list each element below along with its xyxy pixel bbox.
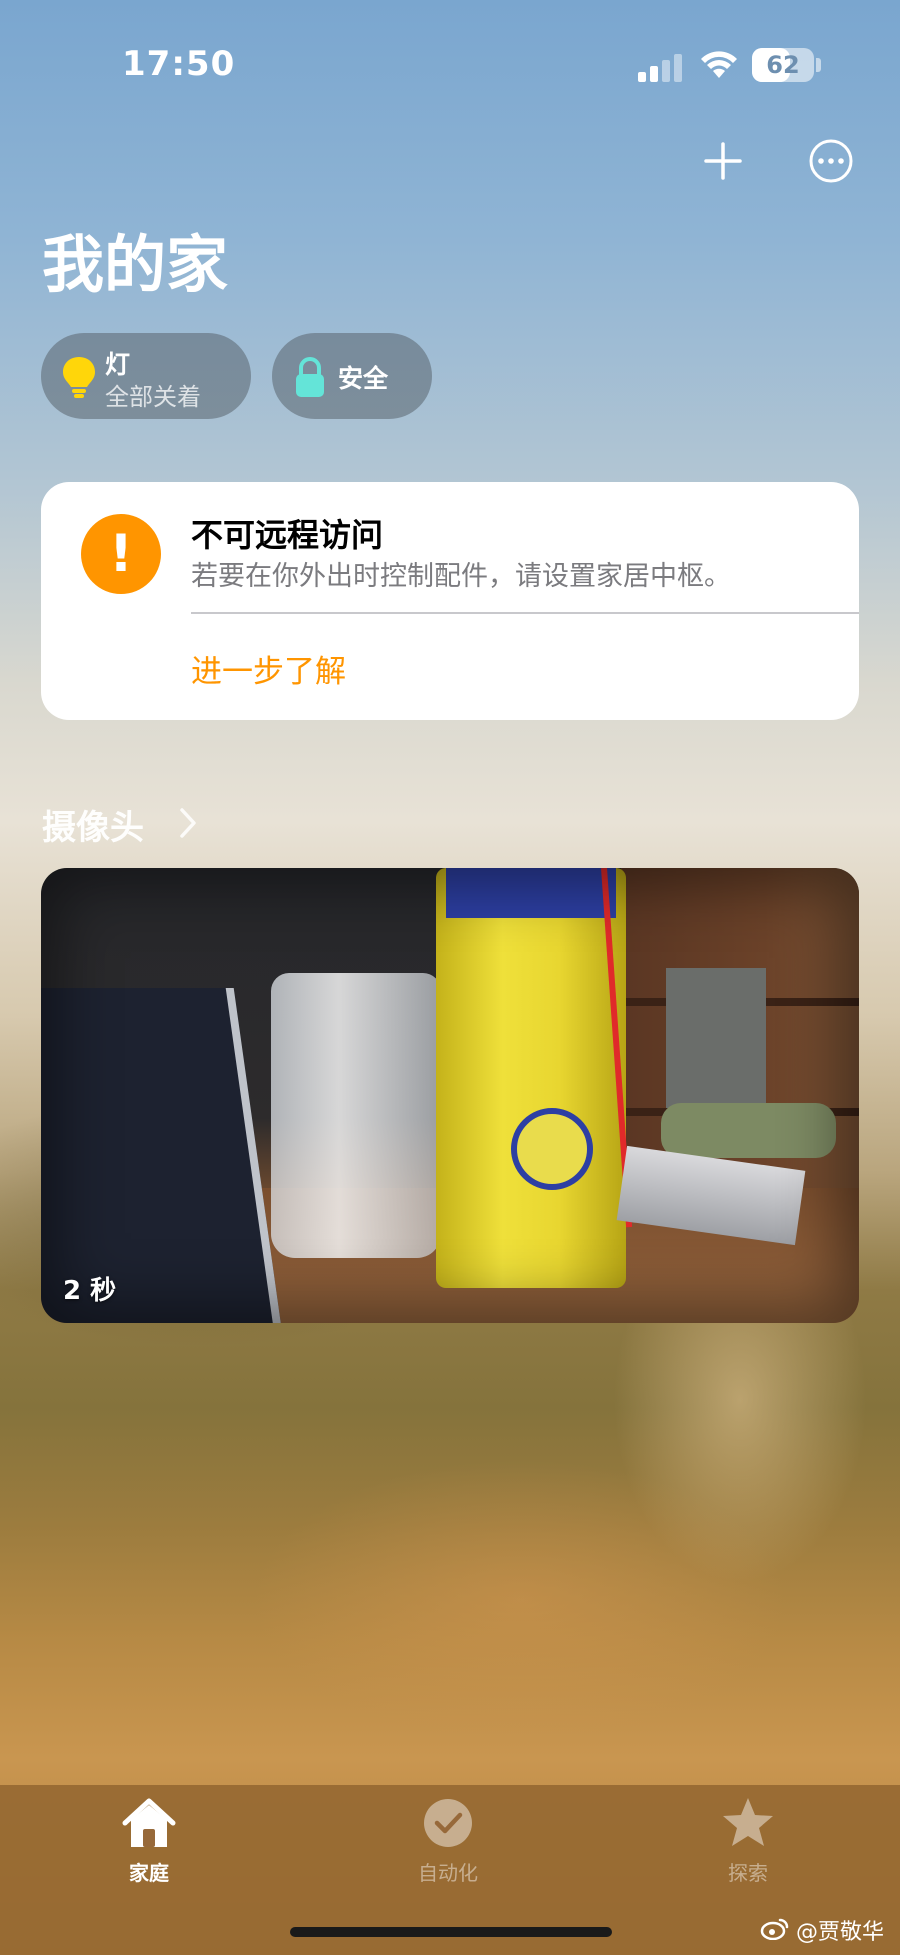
watermark-text: @贾敬华 [796,1920,885,1945]
more-button[interactable] [808,138,854,184]
exclamation-icon: ! [81,514,161,594]
tab-automation-label: 自动化 [418,1861,478,1885]
lock-icon [296,357,324,397]
tab-automation[interactable]: 自动化 [378,1795,518,1905]
learn-more-link[interactable]: 进一步了解 [191,646,346,691]
remote-access-alert-card: ! 不可远程访问 若要在你外出时控制配件，请设置家居中枢。 进一步了解 [41,482,859,720]
cameras-section-title[interactable]: 摄像头 [42,800,144,849]
tab-discover-label: 探索 [728,1861,768,1885]
tab-home[interactable]: 家庭 [79,1795,219,1905]
chevron-right-icon[interactable] [178,806,198,840]
lights-chip-subtitle: 全部关着 [105,383,201,411]
security-chip-title: 安全 [338,364,389,393]
battery-tip [816,58,821,72]
security-chip[interactable]: 安全 [272,333,432,419]
battery-level: 62 [766,51,800,79]
alert-divider [191,612,859,614]
camera-feed-tile[interactable]: 2 秒 [41,868,859,1323]
camera-vignette [41,868,859,1323]
tab-discover[interactable]: 探索 [678,1795,818,1905]
plus-icon [704,142,742,180]
clock-check-icon [424,1799,472,1847]
camera-timestamp: 2 秒 [63,1276,117,1306]
wifi-icon [701,51,737,78]
lightbulb-icon [63,357,95,398]
cellular-signal-icon [638,52,684,82]
star-icon [723,1798,773,1846]
add-button[interactable] [700,138,746,184]
battery-icon: 62 [752,48,814,82]
ellipsis-circle-icon [809,139,853,183]
status-bar: 17:50 62 [0,0,900,130]
alert-title: 不可远程访问 [191,516,384,554]
page-title: 我的家 [42,228,229,301]
status-time: 17:50 [122,44,236,84]
home-indicator[interactable] [290,1927,612,1937]
lights-chip[interactable]: 灯 全部关着 [41,333,251,419]
house-icon [122,1798,176,1847]
weibo-icon [760,1918,789,1940]
lights-chip-title: 灯 [105,350,131,379]
tab-home-label: 家庭 [129,1861,169,1885]
alert-body: 若要在你外出时控制配件，请设置家居中枢。 [191,561,731,592]
